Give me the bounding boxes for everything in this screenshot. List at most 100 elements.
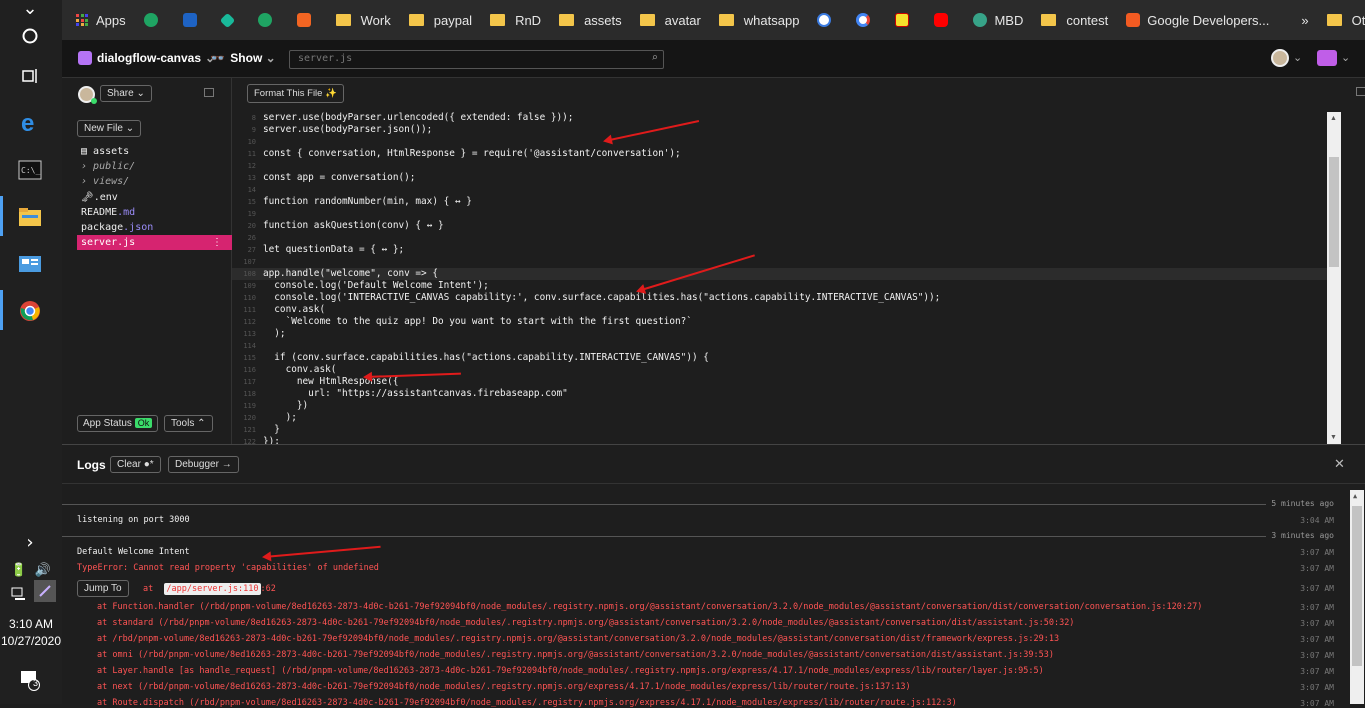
logs-scroll-thumb[interactable] (1352, 506, 1362, 666)
code-line[interactable]: 117 new HtmlResponse({ (232, 376, 1327, 388)
code-line[interactable]: 121 } (232, 424, 1327, 436)
bookmark-folder[interactable]: avatar (631, 0, 710, 40)
file-item-server[interactable]: server.js ⋮ (77, 235, 232, 251)
site-shortcut[interactable] (808, 0, 847, 40)
code-line[interactable]: 10 (232, 136, 1327, 148)
chrome-icon[interactable] (16, 297, 44, 325)
other-bookmarks[interactable]: Other bookmarks (1318, 0, 1365, 40)
scroll-up-icon[interactable]: ▲ (1330, 115, 1337, 122)
tools-button[interactable]: Tools ⌃ (164, 415, 213, 432)
clear-logs-button[interactable]: Clear ●* (110, 456, 161, 473)
logs-scrollbar[interactable]: ▲ (1350, 490, 1364, 704)
google-shortcut[interactable] (847, 0, 886, 40)
code-line[interactable]: 118 url: "https://assistantcanvas.fireba… (232, 388, 1327, 400)
format-file-button[interactable]: Format This File ✨ (247, 84, 344, 103)
code-line[interactable]: 108 app.handle("welcome", conv => { (232, 268, 1327, 280)
youtube-shortcut[interactable] (925, 0, 964, 40)
code-line[interactable]: 8 server.use(bodyParser.urlencoded({ exte… (232, 112, 1327, 124)
folder-item-views[interactable]: › views/ (77, 174, 232, 189)
editor-scroll-thumb[interactable] (1329, 157, 1339, 267)
glitch-menu-icon[interactable] (1317, 50, 1337, 66)
control-panel-icon[interactable] (16, 250, 44, 278)
file-item-readme[interactable]: README.md (77, 205, 232, 220)
bookmark-folder[interactable]: assets (550, 0, 631, 40)
new-file-button[interactable]: New File ⌄ (77, 120, 142, 137)
edge-browser-icon[interactable]: e (16, 108, 44, 136)
file-options-icon[interactable]: ⋮ (212, 235, 222, 250)
code-line[interactable]: 11 const { conversation, HtmlResponse } =… (232, 148, 1327, 160)
user-avatar[interactable] (1271, 49, 1289, 67)
file-item-env[interactable]: 🗝.env (77, 190, 232, 205)
site-shortcut[interactable] (213, 0, 249, 40)
chevron-down-icon[interactable]: ⌄ (16, 0, 44, 22)
code-line[interactable]: 13 const app = conversation(); (232, 172, 1327, 184)
site-shortcut[interactable] (249, 0, 288, 40)
network-icon[interactable] (8, 580, 30, 608)
chevron-down-icon[interactable]: ⌄ (1293, 51, 1302, 64)
code-editor[interactable]: Format This File ✨ 8 server.use(bodyParse… (232, 78, 1365, 447)
bookmark-folder[interactable]: Work (327, 0, 400, 40)
clock-date[interactable]: 10/27/2020 (0, 634, 62, 648)
chevron-right-icon[interactable]: › (16, 528, 44, 556)
code-line[interactable]: 113 ); (232, 328, 1327, 340)
site-shortcut[interactable] (886, 0, 925, 40)
code-line[interactable]: 20 function askQuestion(conv) { ↔ } (232, 220, 1327, 232)
editor-scrollbar[interactable]: ▲ ▼ (1327, 112, 1341, 444)
code-line[interactable]: 27 let questionData = { ↔ }; (232, 244, 1327, 256)
code-line[interactable]: 19 (232, 208, 1327, 220)
site-shortcut[interactable] (288, 0, 327, 40)
paypal-shortcut[interactable] (174, 0, 213, 40)
code-line[interactable]: 111 conv.ask( (232, 304, 1327, 316)
file-search-input[interactable]: server.js ⌕ (289, 50, 664, 69)
code-line[interactable]: 15 function randomNumber(min, max) { ↔ } (232, 196, 1327, 208)
code-line[interactable]: 14 (232, 184, 1327, 196)
code-line[interactable]: 120 ); (232, 412, 1327, 424)
chevron-down-icon[interactable]: ⌄ (1341, 51, 1350, 64)
code-line[interactable]: 26 (232, 232, 1327, 244)
file-item-assets[interactable]: ▤ assets (77, 144, 232, 159)
code-line[interactable]: 9 server.use(bodyParser.json()); (232, 124, 1327, 136)
folder-icon (490, 14, 506, 26)
debugger-button[interactable]: Debugger → (168, 456, 239, 473)
code-line[interactable]: 112 `Welcome to the quiz app! Do you wan… (232, 316, 1327, 328)
collapse-sidebar-icon[interactable] (204, 88, 214, 97)
show-menu[interactable]: 👓 Show ⌄ (210, 51, 276, 65)
bookmark-folder[interactable]: paypal (400, 0, 481, 40)
code-line[interactable]: 115 if (conv.surface.capabilities.has("a… (232, 352, 1327, 364)
scroll-up-icon[interactable]: ▲ (1353, 492, 1357, 500)
jump-to-button[interactable]: Jump To (77, 580, 129, 597)
pen-icon[interactable] (34, 580, 56, 602)
file-explorer-icon[interactable] (16, 203, 44, 231)
code-line[interactable]: 119 }) (232, 400, 1327, 412)
share-button[interactable]: Share ⌄ (100, 85, 152, 102)
code-line[interactable]: 114 (232, 340, 1327, 352)
terminal-icon[interactable]: C:\_ (16, 156, 44, 184)
close-logs-icon[interactable]: ✕ (1334, 456, 1345, 472)
site-shortcut[interactable] (135, 0, 174, 40)
chevron-down-icon: ⌄ (125, 123, 135, 134)
more-bookmarks-button[interactable]: » (1292, 0, 1317, 40)
code-line[interactable]: 110 console.log('INTERACTIVE_CANVAS capa… (232, 292, 1327, 304)
bookmark-folder[interactable]: contest (1032, 0, 1117, 40)
task-view-icon[interactable] (16, 62, 44, 90)
bookmark-folder[interactable]: whatsapp (710, 0, 809, 40)
bookmark-folder[interactable]: RnD (481, 0, 550, 40)
clock-time[interactable]: 3:10 AM (0, 617, 62, 631)
bookmark-site[interactable]: Google Developers... (1117, 0, 1278, 40)
file-item-package[interactable]: package.json (77, 220, 232, 235)
expand-editor-icon[interactable] (1356, 87, 1365, 96)
bookmark-site[interactable]: MBD (964, 0, 1032, 40)
jump-path-link[interactable]: /app/server.js:110 (164, 583, 261, 595)
code-line[interactable]: 107 (232, 256, 1327, 268)
action-center-icon[interactable] (16, 666, 44, 694)
apps-bookmark[interactable]: Apps (62, 0, 135, 40)
code-line[interactable]: 109 console.log('Default Welcome Intent'… (232, 280, 1327, 292)
code-line[interactable]: 12 (232, 160, 1327, 172)
cortana-circle-icon[interactable] (16, 22, 44, 50)
svg-text:e: e (21, 110, 34, 134)
scroll-down-icon[interactable]: ▼ (1330, 434, 1337, 441)
project-menu[interactable]: dialogflow-canvas ⌄ (78, 51, 215, 65)
app-status-button[interactable]: App Status Ok (77, 415, 159, 432)
code-lines[interactable]: 8 server.use(bodyParser.urlencoded({ exte… (232, 112, 1327, 448)
folder-item-public[interactable]: › public/ (77, 159, 232, 174)
